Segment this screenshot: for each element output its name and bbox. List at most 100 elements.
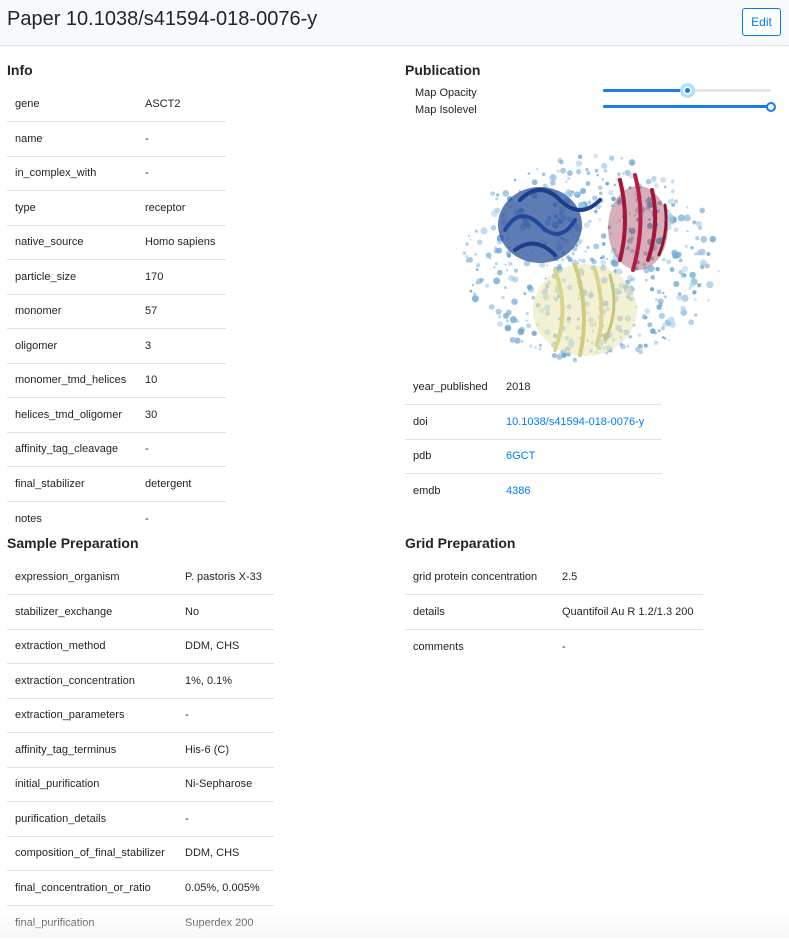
row-value: Homo sapiens [145, 236, 216, 249]
table-row: helices_tmd_oligomer 30 [7, 397, 226, 433]
table-row: extraction_method DDM, CHS [7, 629, 274, 664]
map-opacity-slider[interactable] [603, 83, 771, 98]
row-key: oligomer [15, 339, 58, 352]
map-opacity-fill [603, 89, 687, 92]
row-value-cell: 4386 [498, 474, 662, 509]
row-value: - [562, 640, 566, 653]
row-key: doi [413, 415, 428, 428]
map-isolevel-slider[interactable] [603, 101, 776, 112]
info-table: gene ASCT2 name - in_complex_with - type recept… [7, 87, 226, 536]
table-row: extraction_concentration 1%, 0.1% [7, 663, 274, 699]
table-row: affinity_tag_cleavage - [7, 432, 226, 467]
row-key: notes [15, 512, 42, 525]
row-key: purification_details [15, 812, 107, 825]
table-row: extraction_parameters - [7, 698, 274, 733]
row-key: particle_size [15, 270, 77, 283]
table-row: pdb 6GCT [405, 439, 662, 474]
table-row: expression_organism P. pastoris X-33 [7, 560, 274, 595]
row-value: Superdex 200 [185, 916, 254, 929]
row-key: type [15, 201, 36, 214]
edit-button[interactable]: Edit [742, 8, 781, 36]
map-opacity-thumb[interactable] [679, 83, 695, 98]
table-row: oligomer 3 [7, 328, 226, 364]
grid-preparation-section-title: Grid Preparation [405, 535, 516, 551]
page-title: Paper 10.1038/s41594-018-0076-y [7, 8, 318, 30]
row-key: composition_of_final_stabilizer [15, 847, 165, 860]
row-value: DDM, CHS [185, 847, 240, 860]
row-key: final_stabilizer [15, 477, 85, 490]
row-value: 2.5 [562, 571, 578, 583]
row-key: affinity_tag_cleavage [15, 443, 119, 456]
table-row: doi 10.1038/s41594-018-0076-y [405, 404, 662, 440]
info-section-title: Info [7, 62, 33, 78]
row-value: 2018 [506, 381, 531, 393]
row-value: 0.05%, 0.005% [185, 881, 260, 894]
row-key: extraction_concentration [15, 674, 135, 687]
structure-viewer[interactable] [460, 150, 724, 368]
map-isolevel-thumb[interactable] [766, 101, 776, 112]
row-value: receptor [145, 201, 186, 214]
row-value: - [145, 167, 149, 180]
row-key: final_concentration_or_ratio [15, 881, 151, 894]
row-value: DDM, CHS [185, 640, 240, 653]
table-row: stabilizer_exchange No [7, 594, 274, 630]
row-key: extraction_method [15, 640, 106, 653]
row-value-link[interactable]: 4386 [506, 485, 530, 497]
row-value: No [185, 605, 200, 618]
row-value: - [145, 443, 149, 456]
row-value: Quantifoil Au R 1.2/1.3 200 [562, 605, 694, 618]
table-row: final_concentration_or_ratio 0.05%, 0.005… [7, 870, 274, 906]
row-key: gene [15, 98, 40, 110]
table-row: grid protein concentration 2.5 [405, 560, 703, 595]
row-key: affinity_tag_terminus [15, 743, 117, 756]
row-key: native_source [15, 236, 84, 249]
publication-table: year_published 2018 doi 10.1038/s41594-018-… [405, 370, 662, 508]
table-row: particle_size 170 [7, 259, 226, 295]
table-row: affinity_tag_terminus His-6 (C) [7, 732, 274, 768]
row-value: - [145, 512, 149, 525]
row-value-cell: 10.1038/s41594-018-0076-y [498, 405, 662, 440]
row-key: grid protein concentration [413, 571, 538, 583]
table-row: final_purification Superdex 200 [7, 905, 274, 940]
table-row: final_stabilizer detergent [7, 466, 226, 502]
row-key: details [413, 605, 445, 618]
row-key: year_published [413, 381, 488, 393]
table-row: purification_details - [7, 801, 274, 837]
publication-section-title: Publication [405, 62, 481, 78]
sample-preparation-section-title: Sample Preparation [7, 535, 139, 551]
table-row: name - [7, 121, 226, 157]
row-value: 10 [145, 374, 158, 387]
table-row: initial_purification Ni-Sepharose [7, 767, 274, 802]
row-key: stabilizer_exchange [15, 605, 113, 618]
row-value: 57 [145, 305, 158, 318]
row-key: monomer [15, 305, 62, 318]
row-key: extraction_parameters [15, 709, 125, 722]
table-row: year_published 2018 [405, 370, 662, 405]
row-value-link[interactable]: 10.1038/s41594-018-0076-y [506, 416, 644, 428]
table-row: notes - [7, 501, 226, 536]
map-isolevel-label: Map Isolevel [415, 104, 477, 116]
row-value: 170 [145, 270, 164, 283]
row-key: in_complex_with [15, 167, 97, 180]
row-value: ASCT2 [145, 98, 181, 110]
table-row: comments - [405, 629, 703, 664]
table-row: type receptor [7, 190, 226, 226]
row-value: Ni-Sepharose [185, 778, 253, 791]
map-isolevel-fill [603, 105, 771, 108]
row-key: emdb [413, 485, 441, 497]
row-key: expression_organism [15, 571, 120, 583]
row-value: - [185, 709, 189, 722]
row-value: 30 [145, 408, 158, 421]
sample-preparation-table: expression_organism P. pastoris X-33 stabi… [7, 560, 274, 940]
row-value-link[interactable]: 6GCT [506, 450, 535, 462]
row-value: detergent [145, 477, 192, 490]
map-opacity-label: Map Opacity [415, 87, 477, 99]
table-row: in_complex_with - [7, 156, 226, 191]
row-key: name [15, 132, 43, 145]
top-navbar: Paper 10.1038/s41594-018-0076-y Edit [0, 0, 789, 46]
row-key: initial_purification [15, 778, 100, 791]
row-value: 1%, 0.1% [185, 674, 233, 687]
table-row: native_source Homo sapiens [7, 225, 226, 260]
row-value: P. pastoris X-33 [185, 571, 262, 583]
row-key: comments [413, 640, 464, 653]
